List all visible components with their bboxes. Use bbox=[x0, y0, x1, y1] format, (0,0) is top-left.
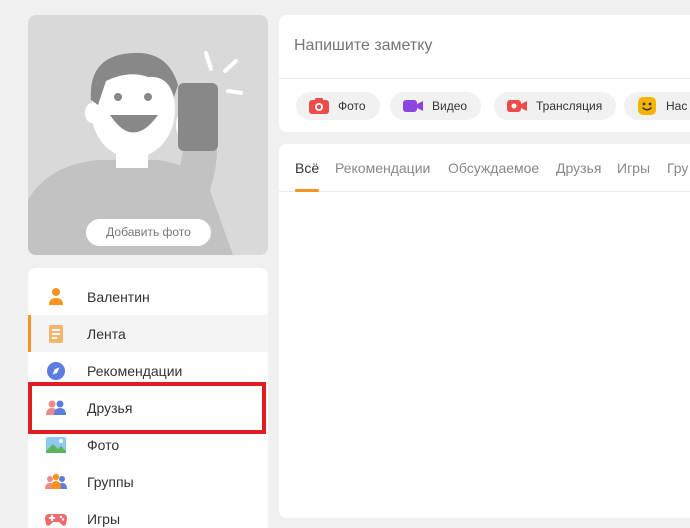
sidebar-item-groups[interactable]: Группы bbox=[28, 463, 268, 500]
composer-photo-label: Фото bbox=[338, 99, 366, 113]
tab-friends[interactable]: Друзья bbox=[556, 160, 601, 176]
photo-icon bbox=[46, 437, 66, 453]
note-composer: Фото Видео Трансляция Нас bbox=[279, 15, 690, 132]
composer-photo-button[interactable]: Фото bbox=[296, 92, 380, 120]
tab-groups[interactable]: Гру bbox=[667, 160, 688, 176]
sidebar-item-profile[interactable]: Валентин bbox=[28, 278, 268, 315]
composer-mood-label: Нас bbox=[666, 99, 688, 113]
camera-icon bbox=[309, 98, 329, 114]
sidebar-item-recommendations[interactable]: Рекомендации bbox=[28, 352, 268, 389]
user-icon bbox=[49, 288, 63, 305]
sidebar-item-label: Рекомендации bbox=[87, 363, 183, 379]
sidebar-item-friends[interactable]: Друзья bbox=[28, 389, 268, 426]
composer-mood-button[interactable]: Нас bbox=[624, 92, 690, 120]
sidebar-item-label: Фото bbox=[87, 437, 120, 453]
groups-icon bbox=[45, 473, 67, 489]
live-stream-icon bbox=[507, 100, 527, 112]
note-input[interactable] bbox=[294, 37, 674, 55]
gamepad-icon bbox=[45, 514, 67, 526]
sidebar-item-label: Игры bbox=[87, 511, 121, 527]
sidebar-item-label: Друзья bbox=[87, 400, 133, 416]
feed-icon bbox=[49, 325, 63, 343]
feed-tabs: Всё Рекомендации Обсуждаемое Друзья Игры… bbox=[279, 144, 690, 192]
sidebar-item-label: Группы bbox=[87, 474, 134, 490]
sidebar-item-label: Лента bbox=[87, 326, 126, 342]
composer-stream-label: Трансляция bbox=[536, 99, 603, 113]
video-camera-icon bbox=[403, 100, 423, 112]
sidebar-item-photos[interactable]: Фото bbox=[28, 426, 268, 463]
composer-video-button[interactable]: Видео bbox=[390, 92, 482, 120]
composer-divider bbox=[279, 78, 690, 79]
tab-recommendations[interactable]: Рекомендации bbox=[335, 160, 430, 176]
avatar-placeholder[interactable]: Добавить фото bbox=[28, 15, 268, 255]
add-photo-button[interactable]: Добавить фото bbox=[86, 219, 211, 246]
sidebar-item-games[interactable]: Игры bbox=[28, 500, 268, 528]
tab-games[interactable]: Игры bbox=[617, 160, 650, 176]
sidebar-item-label: Валентин bbox=[87, 289, 150, 305]
sidebar-item-feed[interactable]: Лента bbox=[28, 315, 268, 352]
friends-icon bbox=[46, 400, 66, 415]
feed-panel: Всё Рекомендации Обсуждаемое Друзья Игры… bbox=[279, 144, 690, 518]
composer-video-label: Видео bbox=[432, 99, 468, 113]
smile-icon bbox=[638, 97, 656, 115]
compass-icon bbox=[47, 362, 65, 380]
composer-stream-button[interactable]: Трансляция bbox=[494, 92, 617, 120]
active-tab-indicator bbox=[295, 189, 319, 192]
tab-all[interactable]: Всё bbox=[295, 160, 319, 176]
tab-discussed[interactable]: Обсуждаемое bbox=[448, 160, 539, 176]
sidebar-menu: Валентин Лента Рекомендации Друзья Фото … bbox=[28, 268, 268, 528]
